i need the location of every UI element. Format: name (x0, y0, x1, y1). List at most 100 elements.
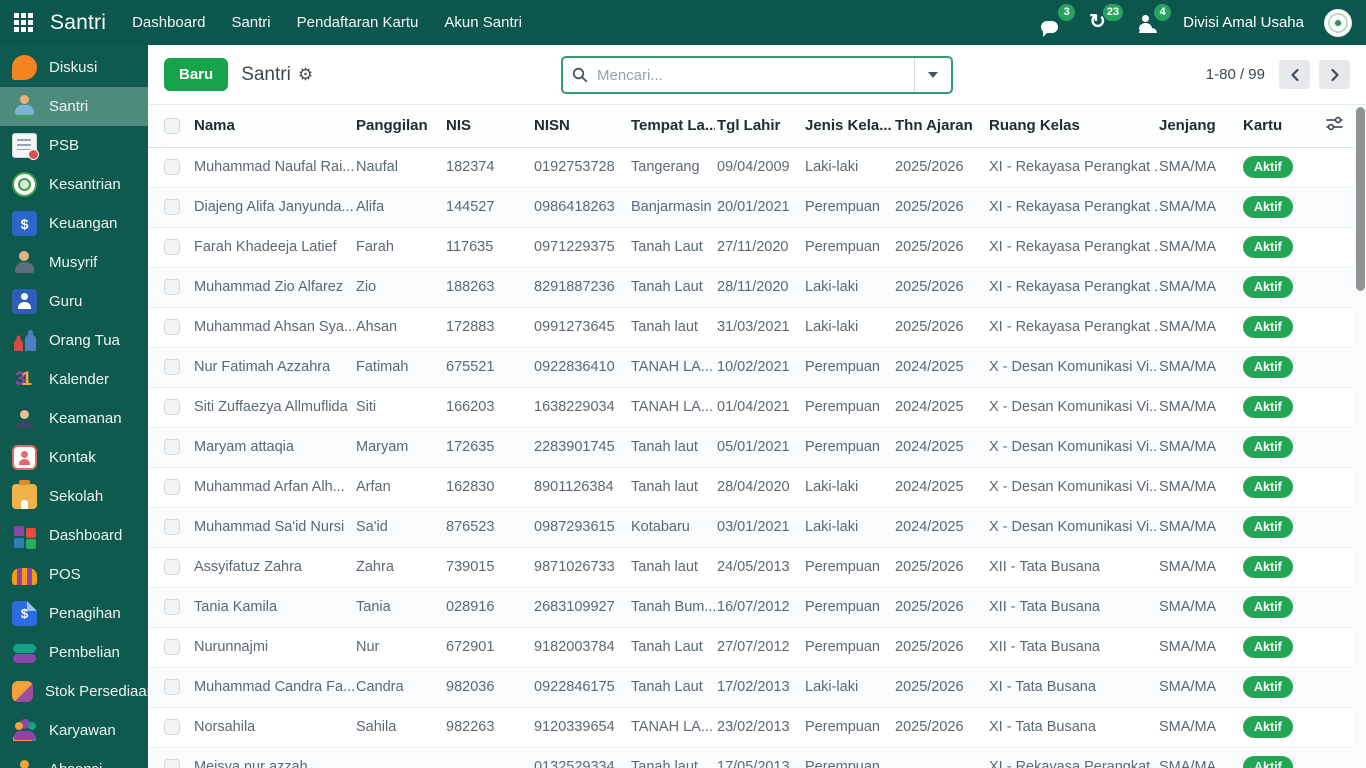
sidebar-item-label: Musyrif (49, 254, 98, 271)
table-row[interactable]: Muhammad Candra Fa... Candra 982036 0922… (148, 667, 1354, 708)
scrollbar-thumb[interactable] (1355, 107, 1365, 291)
select-all-checkbox[interactable] (164, 118, 180, 135)
cell-tgl-lahir: 31/03/2021 (715, 307, 803, 348)
sidebar-item-pembelian[interactable]: Pembelian (0, 633, 148, 672)
sidebar-item-musyrif[interactable]: Musyrif (0, 243, 148, 282)
table-row[interactable]: Muhammad Ahsan Sya... Ahsan 172883 09912… (148, 307, 1354, 348)
sidebar-item-pos[interactable]: POS (0, 555, 148, 594)
row-checkbox[interactable] (164, 279, 180, 296)
column-filter-icon[interactable] (1325, 117, 1344, 136)
table-row[interactable]: Muhammad Zio Alfarez Zio 188263 82918872… (148, 267, 1354, 308)
cell-jenis-kelamin: Perempuan (803, 547, 893, 588)
sidebar-item-dashboard[interactable]: Dashboard (0, 516, 148, 555)
row-checkbox[interactable] (164, 239, 180, 256)
nav-menu: Dashboard Santri Pendaftaran Kartu Akun San… (132, 14, 522, 31)
prev-page-button[interactable] (1279, 60, 1310, 89)
col-nama[interactable]: Nama (192, 105, 354, 148)
table-row[interactable]: Muhammad Sa'id Nursi Sa'id 876523 098729… (148, 507, 1354, 548)
sidebar-item-stok-persediaan[interactable]: Stok Persediaan (0, 672, 148, 711)
cell-jenis-kelamin: Perempuan (803, 627, 893, 668)
sidebar-item-keuangan[interactable]: Keuangan (0, 204, 148, 243)
search-dropdown-caret[interactable] (914, 58, 951, 92)
row-checkbox[interactable] (164, 559, 180, 576)
table-row[interactable]: Nurunnajmi Nur 672901 9182003784 Tanah L… (148, 627, 1354, 668)
col-tempat-lahir[interactable]: Tempat La... (629, 105, 715, 148)
col-tgl-lahir[interactable]: Tgl Lahir (715, 105, 803, 148)
row-checkbox[interactable] (164, 479, 180, 496)
nav-link-pendaftaran-kartu[interactable]: Pendaftaran Kartu (297, 14, 419, 31)
sidebar-item-santri[interactable]: Santri (0, 87, 148, 126)
nav-link-santri[interactable]: Santri (231, 14, 270, 31)
table-row[interactable]: Tania Kamila Tania 028916 2683109927 Tan… (148, 587, 1354, 628)
chat-notification[interactable]: 3 (1041, 3, 1076, 37)
nav-link-dashboard[interactable]: Dashboard (132, 14, 205, 31)
sidebar-item-diskusi[interactable]: Diskusi (0, 48, 148, 87)
col-jenis-kelamin[interactable]: Jenis Kela... (803, 105, 893, 148)
table-row[interactable]: Farah Khadeeja Latief Farah 117635 09712… (148, 227, 1354, 268)
sidebar-item-kontak[interactable]: Kontak (0, 438, 148, 477)
cell-ruang-kelas: XII - Tata Busana (987, 547, 1157, 588)
table-row[interactable]: Assyifatuz Zahra Zahra 739015 9871026733… (148, 547, 1354, 588)
table-row[interactable]: Nur Fatimah Azzahra Fatimah 675521 09228… (148, 347, 1354, 388)
row-checkbox[interactable] (164, 759, 180, 768)
table-row[interactable]: Siti Zuffaezya Allmuflida Siti 166203 16… (148, 387, 1354, 428)
col-nis[interactable]: NIS (444, 105, 532, 148)
vertical-scrollbar[interactable] (1354, 106, 1366, 768)
next-page-button[interactable] (1319, 60, 1350, 89)
cell-panggilan: Sahila (354, 707, 444, 748)
cell-nisn: 9871026733 (532, 547, 629, 588)
col-jenjang[interactable]: Jenjang (1157, 105, 1241, 148)
cell-jenjang: SMA/MA (1157, 187, 1241, 228)
table-row[interactable]: Muhammad Arfan Alh... Arfan 162830 89011… (148, 467, 1354, 508)
row-checkbox[interactable] (164, 679, 180, 696)
sidebar-item-sekolah[interactable]: Sekolah (0, 477, 148, 516)
row-checkbox[interactable] (164, 399, 180, 416)
nav-link-akun-santri[interactable]: Akun Santri (444, 14, 522, 31)
table-row[interactable]: Muhammad Naufal Rai... Naufal 182374 019… (148, 147, 1354, 188)
cell-tgl-lahir: 16/07/2012 (715, 587, 803, 628)
row-checkbox[interactable] (164, 439, 180, 456)
sidebar-item-kesantrian[interactable]: Kesantrian (0, 165, 148, 204)
cell-jenjang: SMA/MA (1157, 747, 1241, 768)
table-row[interactable]: Maryam attaqia Maryam 172635 2283901745 … (148, 427, 1354, 468)
cell-nama: Tania Kamila (192, 587, 354, 628)
search-input[interactable] (597, 66, 914, 84)
sidebar-item-keamanan[interactable]: Keamanan (0, 399, 148, 438)
table-row[interactable]: Diajeng Alifa Janyunda... Alifa 144527 0… (148, 187, 1354, 228)
sidebar-item-psb[interactable]: PSB (0, 126, 148, 165)
new-button[interactable]: Baru (164, 58, 229, 91)
cell-ruang-kelas: X - Desan Komunikasi Vi... (987, 467, 1157, 508)
settings-gear-icon[interactable] (298, 66, 313, 83)
table-row[interactable]: Norsahila Sahila 982263 9120339654 TANAH… (148, 707, 1354, 748)
col-thn-ajaran[interactable]: Thn Ajaran (893, 105, 987, 148)
table-row[interactable]: Meisya nur azzah 0132529334 Tanah laut 1… (148, 747, 1354, 768)
contact-icon (12, 445, 37, 470)
history-notification[interactable]: 23 (1089, 3, 1124, 35)
user-activity-notification[interactable]: 4 (1137, 3, 1172, 35)
row-checkbox[interactable] (164, 519, 180, 536)
sidebar-item-orang-tua[interactable]: Orang Tua (0, 321, 148, 360)
col-panggilan[interactable]: Panggilan (354, 105, 444, 148)
sidebar-item-kalender[interactable]: Kalender (0, 360, 148, 399)
sidebar-item-guru[interactable]: Guru (0, 282, 148, 321)
row-checkbox[interactable] (164, 599, 180, 616)
apps-grid-icon[interactable] (14, 13, 33, 32)
sidebar-item-penagihan[interactable]: Penagihan (0, 594, 148, 633)
col-ruang-kelas[interactable]: Ruang Kelas (987, 105, 1157, 148)
col-kartu[interactable]: Kartu (1241, 105, 1318, 148)
col-nisn[interactable]: NISN (532, 105, 629, 148)
sidebar-item-label: Karyawan (49, 722, 116, 739)
sidebar-item-absensi[interactable]: Absensi (0, 750, 148, 768)
sidebar-item-karyawan[interactable]: Karyawan (0, 711, 148, 750)
cell-tgl-lahir: 23/02/2013 (715, 707, 803, 748)
row-checkbox[interactable] (164, 199, 180, 216)
cell-tempat-lahir: Tanah laut (629, 467, 715, 508)
avatar[interactable] (1324, 8, 1352, 37)
row-checkbox[interactable] (164, 719, 180, 736)
row-checkbox[interactable] (164, 319, 180, 336)
status-badge: Aktif (1243, 356, 1293, 378)
row-checkbox[interactable] (164, 639, 180, 656)
row-checkbox[interactable] (164, 159, 180, 176)
cell-ruang-kelas: XI - Rekayasa Perangkat ... (987, 227, 1157, 268)
row-checkbox[interactable] (164, 359, 180, 376)
